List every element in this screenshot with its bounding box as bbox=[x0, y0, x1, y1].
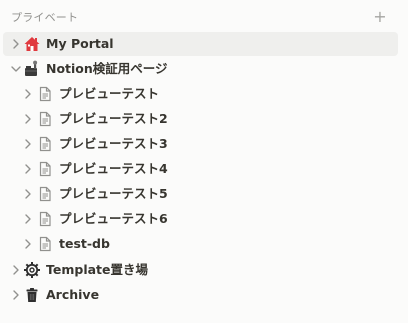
sidebar-item-preview-test[interactable]: プレビューテスト bbox=[3, 82, 398, 106]
page-icon bbox=[36, 110, 54, 128]
chevron-right-icon[interactable] bbox=[21, 187, 35, 201]
chevron-right-icon[interactable] bbox=[21, 87, 35, 101]
chevron-right-icon[interactable] bbox=[9, 263, 23, 277]
section-title[interactable]: プライベート bbox=[11, 11, 78, 25]
page-icon bbox=[36, 160, 54, 178]
page-icon bbox=[36, 85, 54, 103]
chevron-right-icon[interactable] bbox=[21, 162, 35, 176]
trash-icon bbox=[23, 286, 41, 304]
page-icon bbox=[36, 210, 54, 228]
section-header-private: プライベート + bbox=[0, 6, 408, 30]
sidebar-item-notion-verification[interactable]: Notion検証用ページ bbox=[3, 57, 398, 81]
sidebar-item-template-storage[interactable]: Template置き場 bbox=[3, 258, 398, 282]
sidebar-item-preview-test-4[interactable]: プレビューテスト4 bbox=[3, 157, 398, 181]
sidebar-item-archive[interactable]: Archive bbox=[3, 283, 398, 307]
chevron-right-icon[interactable] bbox=[21, 237, 35, 251]
sidebar-item-label: プレビューテスト3 bbox=[59, 136, 168, 151]
sidebar-item-label: test-db bbox=[59, 236, 110, 251]
sidebar-item-my-portal[interactable]: My Portal bbox=[3, 32, 398, 56]
sidebar-item-label: My Portal bbox=[46, 36, 114, 51]
add-page-button[interactable]: + bbox=[372, 8, 388, 26]
chevron-right-icon[interactable] bbox=[21, 137, 35, 151]
sidebar-item-label: Template置き場 bbox=[46, 262, 148, 277]
sidebar: プライベート + My Portal Notion検証用ページ プレビューテスト… bbox=[0, 0, 408, 323]
page-icon bbox=[36, 135, 54, 153]
sidebar-item-test-db[interactable]: test-db bbox=[3, 232, 398, 256]
gear-icon bbox=[23, 261, 41, 279]
chevron-right-icon[interactable] bbox=[21, 112, 35, 126]
chevron-right-icon[interactable] bbox=[9, 37, 23, 51]
sidebar-item-preview-test-6[interactable]: プレビューテスト6 bbox=[3, 207, 398, 231]
sidebar-item-preview-test-3[interactable]: プレビューテスト3 bbox=[3, 132, 398, 156]
toolbox-icon bbox=[23, 60, 41, 78]
house-icon bbox=[23, 35, 41, 53]
sidebar-item-label: プレビューテスト4 bbox=[59, 161, 168, 176]
page-icon bbox=[36, 235, 54, 253]
sidebar-item-preview-test-2[interactable]: プレビューテスト2 bbox=[3, 107, 398, 131]
sidebar-item-label: プレビューテスト5 bbox=[59, 186, 168, 201]
sidebar-item-label: Archive bbox=[46, 287, 100, 302]
sidebar-item-label: Notion検証用ページ bbox=[46, 61, 168, 76]
chevron-right-icon[interactable] bbox=[9, 288, 23, 302]
sidebar-item-label: プレビューテスト bbox=[59, 86, 160, 101]
chevron-right-icon[interactable] bbox=[21, 212, 35, 226]
sidebar-item-label: プレビューテスト6 bbox=[59, 211, 168, 226]
sidebar-item-preview-test-5[interactable]: プレビューテスト5 bbox=[3, 182, 398, 206]
chevron-down-icon[interactable] bbox=[9, 62, 23, 76]
sidebar-item-label: プレビューテスト2 bbox=[59, 111, 168, 126]
page-icon bbox=[36, 185, 54, 203]
